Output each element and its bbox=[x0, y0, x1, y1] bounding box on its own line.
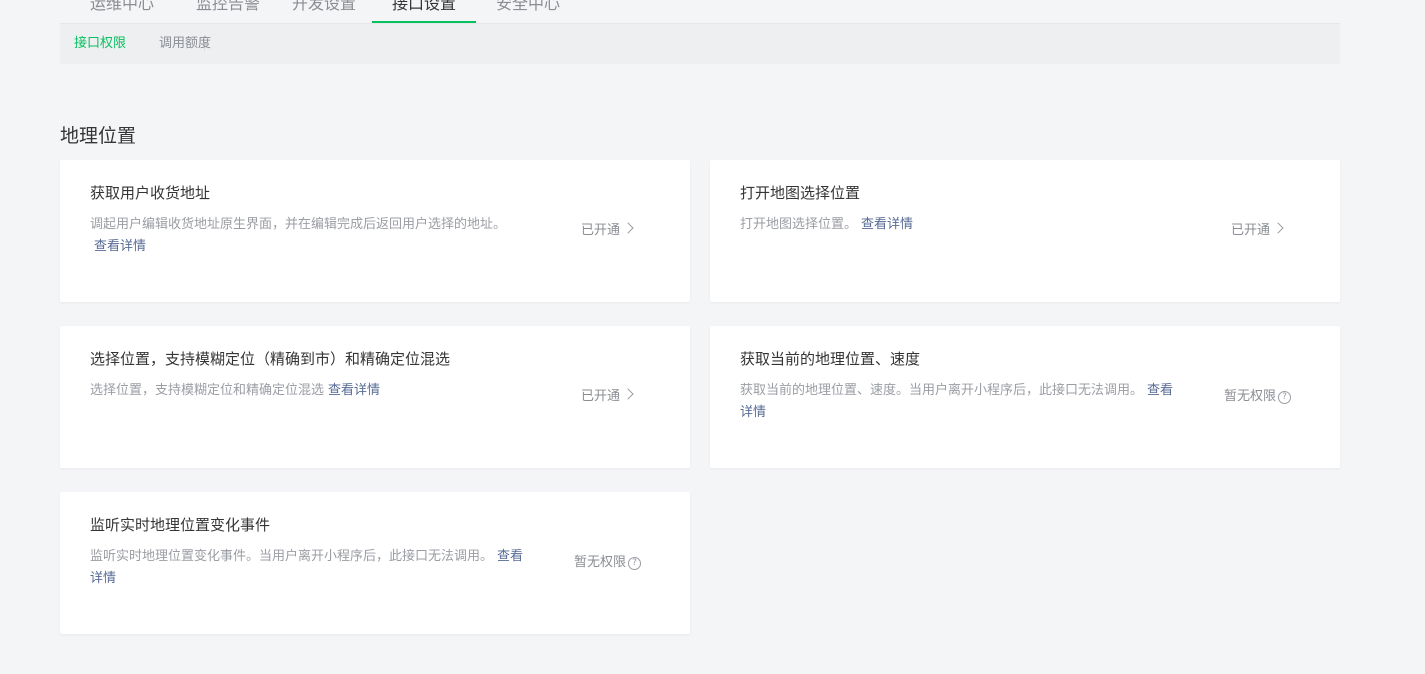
status-enabled[interactable]: 已开通 bbox=[581, 386, 634, 408]
tab-api-settings[interactable]: 接口设置 bbox=[372, 0, 476, 23]
card-description-text: 获取当前的地理位置、速度。当用户离开小程序后，此接口无法调用。 bbox=[740, 383, 1144, 398]
card-title: 获取用户收货地址 bbox=[90, 184, 211, 202]
tab-dev-settings[interactable]: 开发设置 bbox=[276, 0, 372, 23]
subnav-api-permissions[interactable]: 接口权限 bbox=[74, 24, 126, 64]
status-no-permission[interactable]: 暂无权限? bbox=[1224, 386, 1292, 408]
status-label: 已开通 bbox=[581, 389, 621, 404]
chevron-right-icon bbox=[622, 388, 634, 400]
view-details-link[interactable]: 查看详情 bbox=[328, 383, 380, 398]
status-label: 已开通 bbox=[581, 223, 621, 238]
card-title: 获取当前的地理位置、速度 bbox=[740, 350, 921, 368]
card-description-text: 监听实时地理位置变化事件。当用户离开小程序后，此接口无法调用。 bbox=[90, 549, 494, 564]
section-title: 地理位置 bbox=[60, 125, 137, 147]
status-label: 已开通 bbox=[1231, 223, 1271, 238]
chevron-right-icon bbox=[1272, 222, 1284, 234]
card-description: 调起用户编辑收货地址原生界面，并在编辑完成后返回用户选择的地址。查看详情 bbox=[90, 214, 520, 258]
status-no-permission[interactable]: 暂无权限? bbox=[574, 552, 642, 574]
subnav-call-quota[interactable]: 调用额度 bbox=[159, 24, 211, 64]
tab-security-center[interactable]: 安全中心 bbox=[480, 0, 576, 23]
api-card-get-location-speed: 获取当前的地理位置、速度 获取当前的地理位置、速度。当用户离开小程序后，此接口无… bbox=[710, 326, 1340, 468]
card-title: 打开地图选择位置 bbox=[740, 184, 861, 202]
view-details-link[interactable]: 查看详情 bbox=[861, 217, 913, 232]
top-nav: 运维中心 监控告警 开发设置 接口设置 安全中心 bbox=[60, 0, 1340, 24]
card-title: 监听实时地理位置变化事件 bbox=[90, 516, 271, 534]
help-icon[interactable]: ? bbox=[1278, 391, 1292, 404]
card-description-text: 调起用户编辑收货地址原生界面，并在编辑完成后返回用户选择的地址。 bbox=[90, 217, 507, 232]
card-description: 监听实时地理位置变化事件。当用户离开小程序后，此接口无法调用。 查看详情 bbox=[90, 546, 530, 590]
card-description: 选择位置，支持模糊定位和精确定位混选 查看详情 bbox=[90, 380, 520, 402]
card-description-text: 打开地图选择位置。 bbox=[740, 217, 858, 232]
tab-monitoring-alerts[interactable]: 监控告警 bbox=[180, 0, 276, 23]
api-card-get-shipping-address: 获取用户收货地址 调起用户编辑收货地址原生界面，并在编辑完成后返回用户选择的地址… bbox=[60, 160, 690, 302]
card-title: 选择位置，支持模糊定位（精确到市）和精确定位混选 bbox=[90, 350, 451, 368]
status-enabled[interactable]: 已开通 bbox=[581, 220, 634, 242]
status-label: 暂无权限 bbox=[1224, 389, 1277, 404]
api-card-choose-location-fuzzy: 选择位置，支持模糊定位（精确到市）和精确定位混选 选择位置，支持模糊定位和精确定… bbox=[60, 326, 690, 468]
api-card-on-location-change: 监听实时地理位置变化事件 监听实时地理位置变化事件。当用户离开小程序后，此接口无… bbox=[60, 492, 690, 634]
sub-nav: 接口权限 调用额度 bbox=[60, 24, 1340, 64]
api-card-open-map-choose-location: 打开地图选择位置 打开地图选择位置。 查看详情 已开通 bbox=[710, 160, 1340, 302]
card-description: 获取当前的地理位置、速度。当用户离开小程序后，此接口无法调用。 查看详情 bbox=[740, 380, 1180, 424]
card-description-text: 选择位置，支持模糊定位和精确定位混选 bbox=[90, 383, 325, 398]
help-icon[interactable]: ? bbox=[628, 557, 642, 570]
tab-ops-center[interactable]: 运维中心 bbox=[80, 0, 164, 23]
view-details-link[interactable]: 查看详情 bbox=[94, 239, 146, 254]
status-label: 暂无权限 bbox=[574, 555, 627, 570]
chevron-right-icon bbox=[622, 222, 634, 234]
status-enabled[interactable]: 已开通 bbox=[1231, 220, 1284, 242]
card-description: 打开地图选择位置。 查看详情 bbox=[740, 214, 1170, 236]
